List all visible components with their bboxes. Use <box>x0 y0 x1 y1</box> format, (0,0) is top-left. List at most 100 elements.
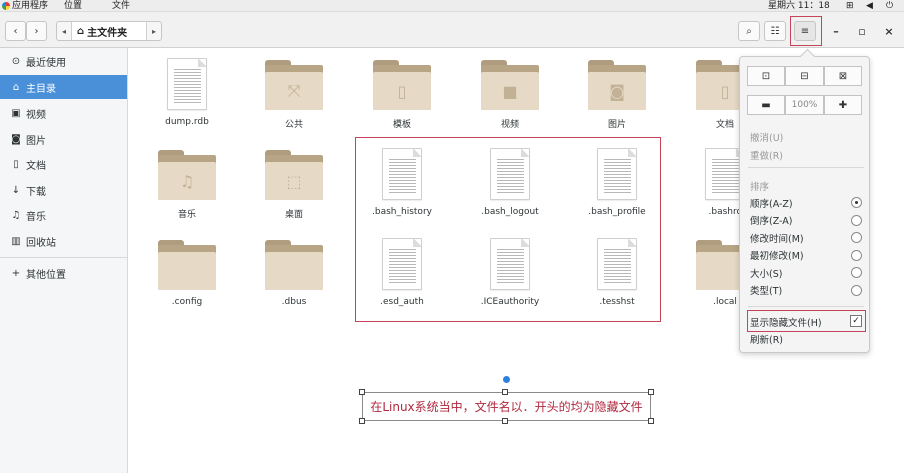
sort-option-label: 最初修改(M) <box>750 251 804 262</box>
search-icon: ⌕ <box>746 25 752 37</box>
resize-handle[interactable] <box>648 418 654 424</box>
sort-radio[interactable] <box>851 249 862 261</box>
folder-item[interactable]: ▯ 模板 <box>354 58 450 130</box>
top-bar: 应用程序 位置 文件 星期六 11：18 ⊞ ◀ ⏻ <box>0 0 904 12</box>
minimize-button[interactable]: – <box>826 21 846 41</box>
volume-icon[interactable]: ◀ <box>866 0 873 12</box>
sidebar-item[interactable]: ◙ 图片 <box>0 127 127 151</box>
bookmark-button[interactable]: ⊟ <box>785 66 824 86</box>
file-name: 音乐 <box>177 210 196 220</box>
new-tab-button[interactable]: ⊠ <box>824 66 862 86</box>
back-button[interactable]: ‹ <box>5 21 26 41</box>
home-icon: ⌂ <box>12 81 20 93</box>
folder-item[interactable]: ⬚ 桌面 <box>246 148 342 220</box>
text-file-icon <box>167 58 207 110</box>
sidebar-item[interactable]: ▣ 视频 <box>0 101 127 125</box>
download-icon: ↓ <box>11 184 21 196</box>
sort-radio[interactable] <box>851 267 862 278</box>
home-icon: ⌂ <box>77 25 85 37</box>
folder-icon: ◙ <box>588 60 646 110</box>
sidebar-item[interactable]: + 其他位置 <box>0 261 127 285</box>
applications-menu[interactable]: 应用程序 <box>12 0 48 12</box>
folder-item[interactable]: .config <box>139 238 235 307</box>
path-scroll-right-button[interactable]: ▸ <box>147 22 161 40</box>
power-icon[interactable]: ⏻ <box>886 0 893 12</box>
plus-icon: + <box>11 267 21 279</box>
redo-label: 重做(R) <box>750 150 784 162</box>
folder-item[interactable]: ◙ 图片 <box>569 58 665 130</box>
file-name: 图片 <box>607 120 626 130</box>
resize-handle[interactable] <box>359 418 365 424</box>
sort-radio[interactable] <box>851 232 862 243</box>
zoom-in-button[interactable]: ✚ <box>824 95 862 115</box>
network-icon[interactable]: ⊞ <box>846 0 854 12</box>
clock-icon: ⊙ <box>11 55 21 67</box>
file-name: dump.rdb <box>165 117 209 127</box>
sort-radio[interactable] <box>851 197 862 208</box>
folder-item[interactable]: ⤧ 公共 <box>246 58 342 130</box>
view-options-menu: ⊡ ⊟ ⊠ ▬ 100% ✚ 撤消(U) 重做(R) 排序 顺序(A-Z) 倒序(… <box>739 56 870 353</box>
sort-option[interactable]: 最初修改(M) <box>750 247 864 264</box>
view-toggle-button[interactable]: ☷ <box>764 21 786 41</box>
search-button[interactable]: ⌕ <box>738 21 760 41</box>
undo-item[interactable]: 撤消(U) <box>750 128 864 145</box>
places-menu[interactable]: 位置 <box>64 0 82 12</box>
resize-handle[interactable] <box>648 389 654 395</box>
path-scroll-left-button[interactable]: ◂ <box>57 22 71 40</box>
video-icon: ▣ <box>11 107 21 119</box>
sidebar-item[interactable]: ♫ 音乐 <box>0 203 127 227</box>
sidebar-item[interactable]: ▯ 文档 <box>0 152 127 176</box>
sort-option-label: 大小(S) <box>750 268 783 280</box>
forward-button[interactable]: › <box>26 21 47 41</box>
sidebar-item[interactable]: ↓ 下载 <box>0 178 127 202</box>
maximize-button[interactable]: ▫ <box>852 21 872 41</box>
resize-handle[interactable] <box>502 389 508 395</box>
plus-icon: ✚ <box>838 99 848 111</box>
minimize-icon: – <box>833 24 839 38</box>
sort-option[interactable]: 类型(T) <box>750 282 864 299</box>
sort-option[interactable]: 修改时间(M) <box>750 229 864 246</box>
redo-item[interactable]: 重做(R) <box>750 146 864 163</box>
sort-radio[interactable] <box>851 284 862 296</box>
path-home-button[interactable]: ⌂ 主文件夹 <box>71 22 147 40</box>
annotation-textbox[interactable]: 在Linux系统当中，文件名以．开头的均为隐藏文件 <box>362 392 651 421</box>
sort-option-label: 顺序(A-Z) <box>750 198 793 210</box>
file-name: 视频 <box>500 120 519 130</box>
reload-label: 刷新(R) <box>750 334 784 346</box>
sort-option[interactable]: 大小(S) <box>750 264 864 281</box>
sort-heading: 排序 <box>750 177 864 194</box>
sidebar-item[interactable]: ▥ 回收站 <box>0 229 127 253</box>
folder-icon: ⬚ <box>265 150 323 200</box>
new-folder-button[interactable]: ⊡ <box>747 66 785 86</box>
activities-logo-icon[interactable] <box>2 2 10 10</box>
menu-button-highlight <box>790 16 822 46</box>
zoom-level[interactable]: 100% <box>785 95 824 115</box>
annotation-text: 在Linux系统当中，文件名以．开头的均为隐藏文件 <box>370 400 643 414</box>
sort-option[interactable]: 顺序(A-Z) <box>750 194 864 211</box>
reload-item[interactable]: 刷新(R) <box>750 330 864 347</box>
clock[interactable]: 星期六 11：18 <box>768 0 830 12</box>
menu-divider <box>748 167 864 168</box>
resize-handle[interactable] <box>502 418 508 424</box>
file-item[interactable]: dump.rdb <box>139 58 235 127</box>
chevron-left-icon: ‹ <box>13 25 18 37</box>
file-menu[interactable]: 文件 <box>112 0 130 12</box>
sidebar-divider <box>0 257 127 258</box>
file-name: .dbus <box>281 297 307 307</box>
close-button[interactable]: × <box>879 21 899 41</box>
file-name: 模板 <box>392 120 411 130</box>
sidebar-item[interactable]: ⌂ 主目录 <box>0 75 127 99</box>
folder-icon: ■ <box>481 60 539 110</box>
rotate-handle[interactable] <box>503 376 510 383</box>
chevron-right-icon: › <box>34 25 39 37</box>
folder-item[interactable]: .dbus <box>246 238 342 307</box>
new-folder-icon: ⊡ <box>761 70 771 82</box>
sidebar-item[interactable]: ⊙ 最近使用 <box>0 49 127 73</box>
sort-radio[interactable] <box>851 214 862 226</box>
folder-item[interactable]: ■ 视频 <box>462 58 558 130</box>
zoom-out-button[interactable]: ▬ <box>747 95 785 115</box>
sort-option[interactable]: 倒序(Z-A) <box>750 212 864 229</box>
resize-handle[interactable] <box>359 389 365 395</box>
list-view-icon: ☷ <box>770 25 780 37</box>
folder-item[interactable]: ♫ 音乐 <box>139 148 235 220</box>
